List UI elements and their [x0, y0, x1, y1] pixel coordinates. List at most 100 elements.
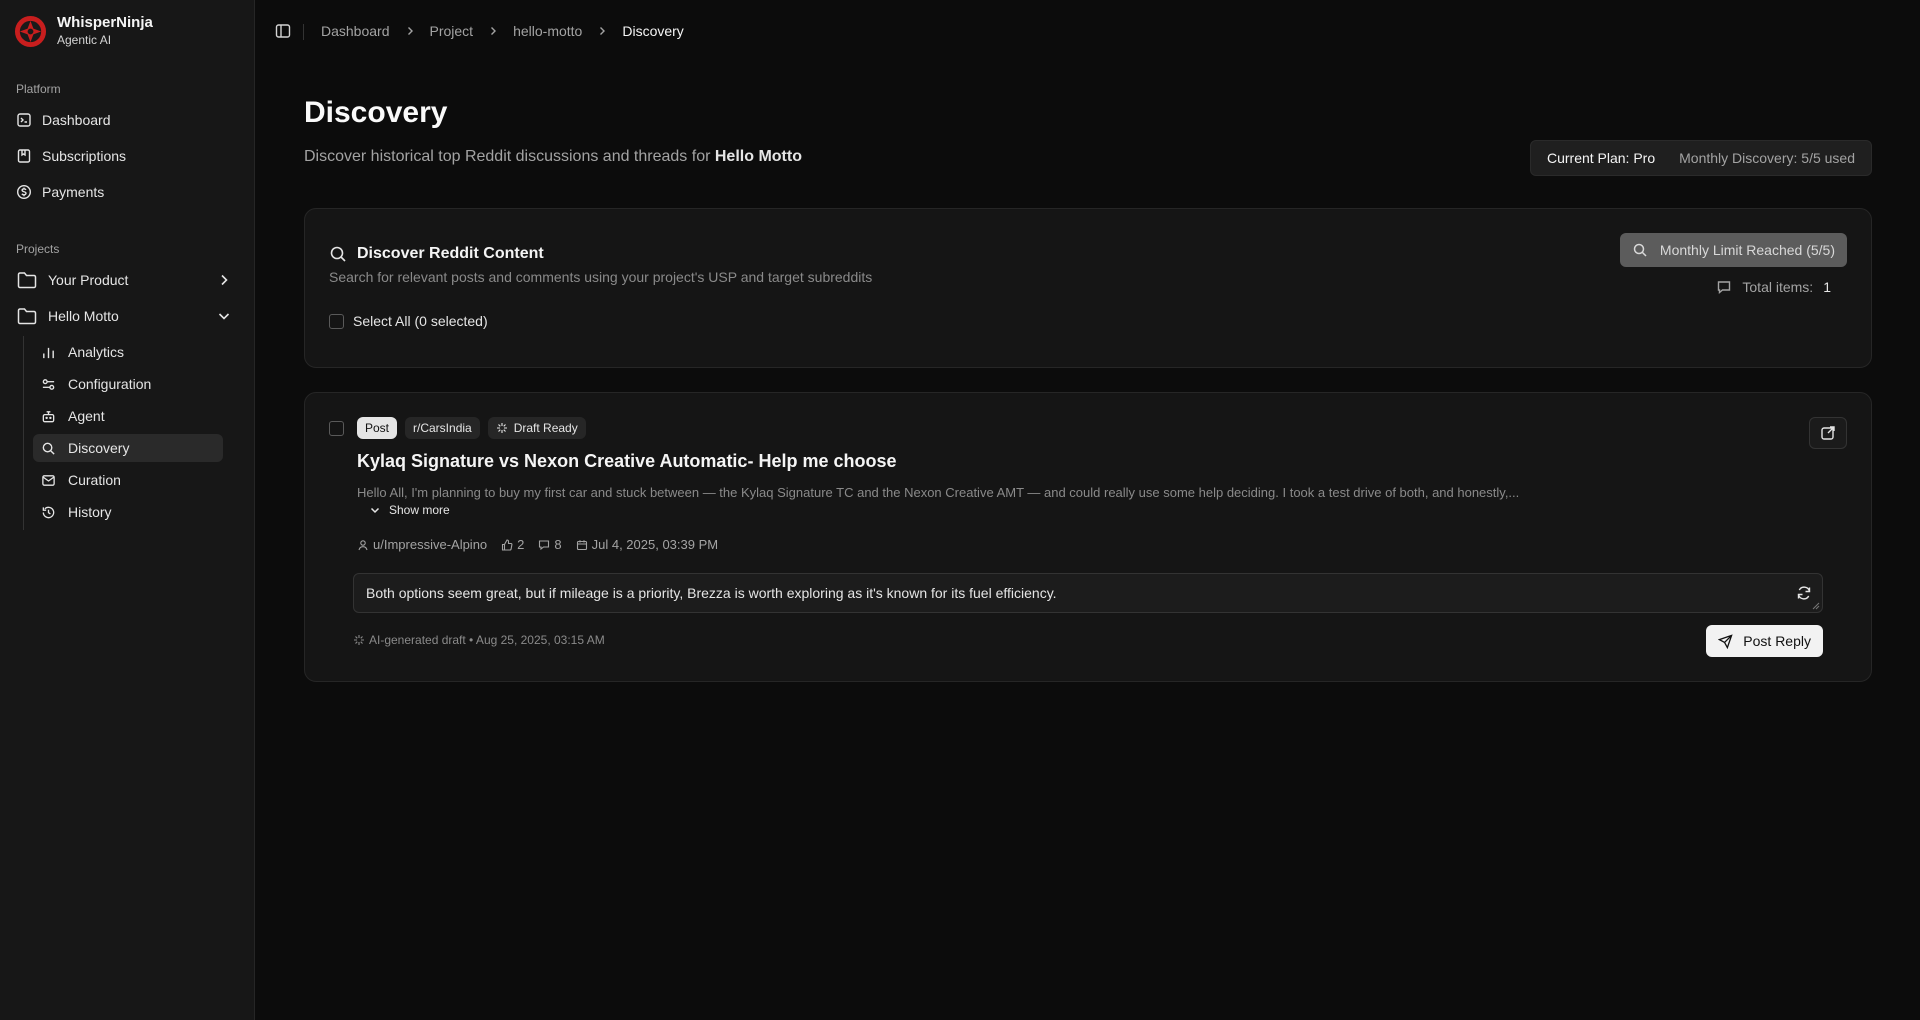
ai-draft-note: AI-generated draft • Aug 25, 2025, 03:15…: [353, 633, 605, 647]
chevron-down-icon: [370, 507, 380, 514]
sidebar-item-configuration[interactable]: Configuration: [33, 370, 223, 398]
sparkles-icon: [496, 423, 507, 433]
calendar-icon: [576, 539, 587, 550]
post-upvotes: 2: [501, 537, 524, 552]
breadcrumb-project[interactable]: Project: [430, 23, 474, 39]
comment-icon: [539, 539, 550, 550]
total-items-value: 1: [1823, 279, 1831, 295]
post-card: Post r/CarsIndia Draft Ready Kylaq Signa…: [304, 392, 1872, 682]
select-all-checkbox[interactable]: [329, 313, 344, 329]
post-body: Hello All, I'm planning to buy my first …: [357, 485, 1520, 500]
sidebar-item-label: Dashboard: [42, 112, 111, 128]
discover-subtitle: Search for relevant posts and comments u…: [329, 269, 873, 285]
post-reply-label: Post Reply: [1743, 633, 1811, 649]
draft-ready-label: Draft Ready: [513, 421, 578, 435]
breadcrumb: Dashboard Project hello-motto Discovery: [321, 23, 684, 39]
search-icon: [1633, 243, 1647, 257]
page-title: Discovery: [304, 96, 448, 129]
refresh-icon[interactable]: [1796, 585, 1812, 601]
sidebar-item-label: Subscriptions: [42, 148, 127, 164]
post-author-name: u/Impressive-Alpino: [373, 537, 488, 552]
mail-icon: [42, 474, 55, 486]
post-upvotes-count: 2: [517, 537, 525, 552]
reply-draft-text: Both options seem great, but if mileage …: [366, 585, 1057, 601]
sidebar-item-label: Payments: [42, 184, 105, 200]
external-link-icon: [1821, 426, 1835, 440]
folder-icon: [17, 272, 37, 289]
post-checkbox[interactable]: [329, 421, 344, 436]
sidebar-item-label: Agent: [68, 408, 105, 424]
page-subtitle-project: Hello Motto: [714, 148, 802, 165]
sidebar: WhisperNinja Agentic AI Platform Dashboa…: [0, 0, 255, 1020]
open-external-button[interactable]: [1809, 417, 1847, 449]
history-icon: [42, 506, 55, 518]
bot-icon: [42, 410, 55, 422]
folder-icon: [17, 308, 37, 325]
post-date-text: Jul 4, 2025, 03:39 PM: [591, 537, 719, 552]
sidebar-toggle-icon[interactable]: [275, 23, 291, 39]
page-subtitle: Discover historical top Reddit discussio…: [304, 148, 802, 166]
post-type-badge: Post: [357, 417, 398, 439]
topbar-divider: [303, 24, 304, 40]
monthly-usage-label: Monthly Discovery: 5/5 used: [1679, 150, 1855, 166]
chevron-down-icon[interactable]: [217, 309, 231, 323]
dashboard-icon: [17, 113, 31, 127]
search-icon: [330, 246, 346, 262]
brand-subtitle: Agentic AI: [57, 33, 112, 47]
topbar: Dashboard Project hello-motto Discovery: [255, 0, 1920, 64]
page-subtitle-text: Discover historical top Reddit discussio…: [304, 148, 711, 165]
breadcrumb-hello-motto[interactable]: hello-motto: [513, 23, 582, 39]
post-comments: 8: [538, 537, 562, 552]
sidebar-item-analytics[interactable]: Analytics: [33, 338, 223, 366]
sidebar-item-agent[interactable]: Agent: [33, 402, 223, 430]
show-more-button[interactable]: Show more: [369, 503, 450, 517]
sidebar-item-label: Curation: [68, 472, 121, 488]
sidebar-item-payments[interactable]: Payments: [8, 176, 245, 208]
sidebar-project-your-product[interactable]: Your Product: [8, 264, 245, 296]
dollar-circle-icon: [16, 184, 32, 200]
reply-draft-textarea[interactable]: Both options seem great, but if mileage …: [353, 573, 1823, 613]
discover-title-text: Discover Reddit Content: [357, 245, 544, 262]
draft-ready-badge: Draft Ready: [487, 417, 586, 439]
chevron-right-icon: [407, 27, 413, 35]
subreddit-badge[interactable]: r/CarsIndia: [405, 417, 480, 439]
ninja-logo-icon: [14, 15, 47, 47]
thumbs-up-icon: [502, 538, 513, 551]
post-meta: u/Impressive-Alpino 2 8 Jul 4, 2025, 03:…: [357, 537, 718, 552]
sidebar-item-curation[interactable]: Curation: [33, 466, 223, 494]
sidebar-item-label: History: [68, 504, 112, 520]
sidebar-item-subscriptions[interactable]: Subscriptions: [8, 140, 245, 172]
discover-title: Discover Reddit Content: [329, 245, 544, 263]
resize-handle-icon[interactable]: [1812, 602, 1820, 610]
post-reply-button[interactable]: Post Reply: [1706, 625, 1823, 657]
post-author[interactable]: u/Impressive-Alpino: [357, 537, 487, 552]
select-all[interactable]: Select All (0 selected): [329, 313, 488, 329]
sidebar-item-label: Hello Motto: [48, 308, 119, 324]
send-icon: [1718, 633, 1733, 649]
comment-icon: [1718, 281, 1731, 294]
sidebar-item-dashboard[interactable]: Dashboard: [8, 104, 245, 136]
brand-name: WhisperNinja: [57, 14, 153, 31]
sub-tree-line: [23, 336, 24, 530]
monthly-limit-label: Monthly Limit Reached (5/5): [1659, 242, 1835, 258]
sidebar-project-hello-motto[interactable]: Hello Motto: [8, 300, 245, 332]
brand[interactable]: WhisperNinja Agentic AI: [14, 14, 153, 48]
sidebar-item-discovery[interactable]: Discovery: [33, 434, 223, 462]
book-icon: [17, 149, 31, 163]
projects-group-label: Projects: [16, 242, 60, 256]
sidebar-item-history[interactable]: History: [33, 498, 223, 526]
post-title[interactable]: Kylaq Signature vs Nexon Creative Automa…: [357, 451, 896, 472]
sidebar-item-label: Configuration: [68, 376, 152, 392]
discover-card: Discover Reddit Content Search for relev…: [304, 208, 1872, 368]
search-icon: [42, 442, 55, 455]
breadcrumb-dashboard[interactable]: Dashboard: [321, 23, 390, 39]
post-date: Jul 4, 2025, 03:39 PM: [576, 537, 718, 552]
sidebar-item-label: Your Product: [48, 272, 129, 288]
sparkles-icon: [354, 635, 364, 645]
bar-chart-icon: [43, 347, 54, 358]
chevron-right-icon[interactable]: [217, 273, 231, 287]
sidebar-item-label: Analytics: [68, 344, 125, 360]
monthly-limit-button[interactable]: Monthly Limit Reached (5/5): [1619, 233, 1847, 267]
platform-group-label: Platform: [16, 82, 61, 96]
show-more-label: Show more: [389, 503, 450, 517]
